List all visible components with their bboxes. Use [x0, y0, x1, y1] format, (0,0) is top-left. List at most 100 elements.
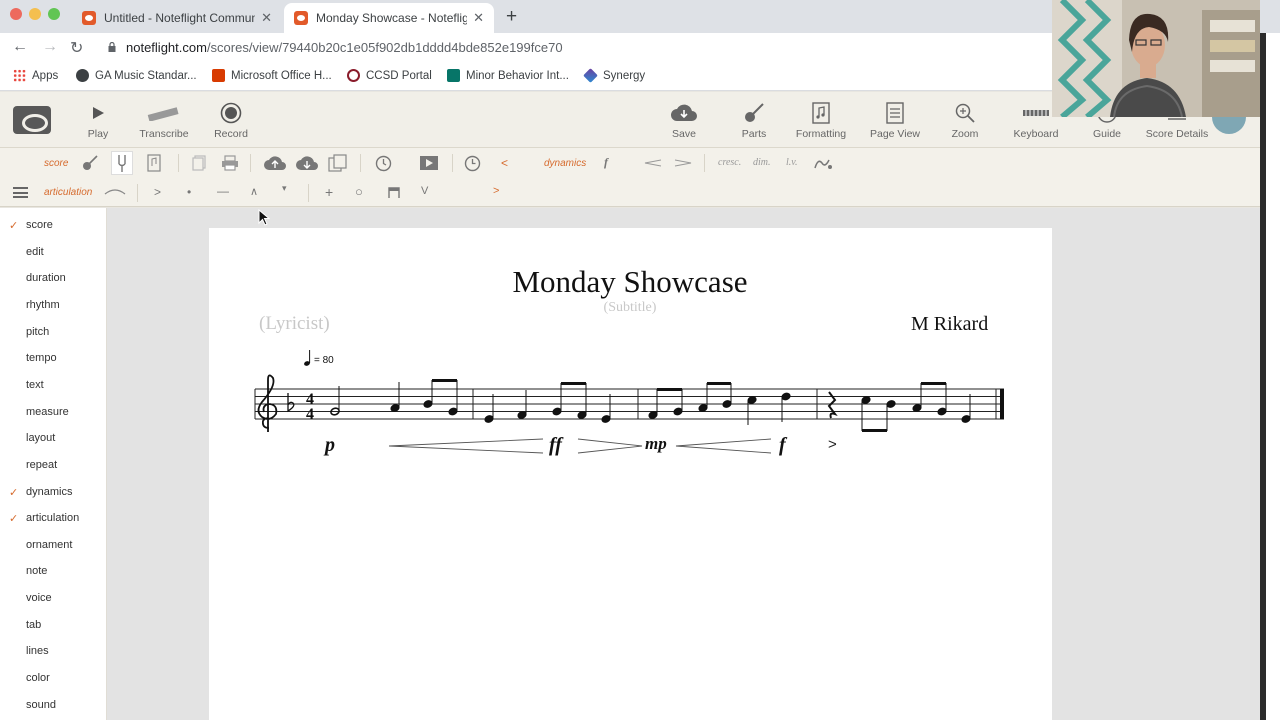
cloud-download-icon[interactable] — [295, 154, 319, 172]
score-title[interactable]: Monday Showcase — [0, 264, 1260, 300]
sidebar-item-sound[interactable]: sound — [26, 699, 56, 711]
pedal-icon[interactable] — [813, 156, 833, 170]
cresc-text-button[interactable]: cresc. — [718, 157, 741, 168]
dynamic-forte[interactable]: f — [779, 434, 786, 457]
print-icon[interactable] — [221, 155, 239, 171]
bookmark-label: Synergy — [603, 69, 646, 82]
sidebar-item-score[interactable]: score — [26, 219, 53, 231]
reload-icon[interactable]: ↻ — [70, 38, 83, 58]
palette-separator — [452, 154, 453, 172]
cloud-save-icon — [671, 104, 697, 121]
sidebar-item-lines[interactable]: lines — [26, 645, 49, 657]
record-icon — [220, 102, 242, 124]
decrescendo-hairpin[interactable] — [577, 438, 643, 454]
accent-marking[interactable]: > — [828, 436, 837, 453]
forward-arrow-icon[interactable]: → — [42, 38, 58, 56]
score-doc-icon[interactable] — [147, 154, 161, 172]
sidebar-item-edit[interactable]: edit — [26, 246, 44, 258]
guitar-small-icon[interactable] — [82, 155, 98, 171]
decrescendo-hairpin-icon[interactable] — [674, 159, 692, 167]
close-window-button[interactable] — [10, 8, 22, 20]
url-field[interactable]: noteflight.com/scores/view/79440b20c1e05… — [126, 40, 563, 55]
measure-2[interactable] — [484, 382, 611, 423]
new-tab-button[interactable]: + — [506, 6, 517, 28]
tab-close-icon[interactable]: ✕ — [261, 10, 272, 26]
sidebar-item-layout[interactable]: layout — [26, 432, 55, 444]
ccsd-icon — [347, 69, 360, 82]
harmonic-button[interactable]: ○ — [355, 184, 363, 199]
magnifier-icon — [955, 103, 975, 123]
plus-stopped-button[interactable]: + — [325, 184, 333, 200]
score-composer[interactable]: M Rikard — [911, 313, 988, 336]
sidebar-item-measure[interactable]: measure — [26, 406, 69, 418]
down-bow-icon[interactable] — [388, 187, 400, 199]
staccato-button[interactable]: • — [187, 185, 191, 199]
up-bow-button[interactable]: V — [421, 185, 428, 197]
transcribe-button[interactable]: Transcribe — [126, 98, 202, 140]
score-subtitle[interactable]: (Subtitle) — [0, 300, 1260, 316]
sidebar-item-dynamics[interactable]: dynamics — [26, 486, 72, 498]
noteflight-logo-icon[interactable] — [13, 106, 51, 134]
sidebar-item-color[interactable]: color — [26, 672, 50, 684]
sidebar-item-text[interactable]: text — [26, 379, 44, 391]
sidebar-item-articulation[interactable]: articulation — [26, 512, 79, 524]
lv-text-button[interactable]: l.v. — [786, 157, 797, 168]
sidebar-item-pitch[interactable]: pitch — [26, 326, 49, 338]
dynamic-mezzo-piano[interactable]: mp — [645, 434, 667, 454]
dynamic-piano[interactable]: p — [325, 434, 335, 457]
formatting-button[interactable]: Formatting — [783, 98, 859, 140]
video-clip-icon[interactable] — [419, 155, 439, 171]
page-view-button[interactable]: Page View — [857, 98, 933, 140]
music-staff[interactable]: 4 4 — [250, 370, 1010, 470]
record-button[interactable]: Record — [193, 98, 269, 140]
accent-button[interactable]: > — [154, 185, 161, 199]
scroll-left-icon[interactable]: < — [501, 156, 508, 170]
minimize-window-button[interactable] — [29, 8, 41, 20]
browser-tab-untitled[interactable]: Untitled - Noteflight Communi ✕ — [72, 3, 282, 33]
bookmark-microsoft-office[interactable]: Microsoft Office H... — [212, 69, 332, 82]
bookmark-ga-music[interactable]: GA Music Standar... — [76, 69, 197, 82]
cloud-upload-icon[interactable] — [263, 154, 287, 172]
sidebar-item-tab[interactable]: tab — [26, 619, 41, 631]
palette-menu-icon[interactable] — [13, 187, 28, 198]
sidebar-item-note[interactable]: note — [26, 565, 47, 577]
tenuto-button[interactable]: — — [217, 184, 229, 198]
crescendo-hairpin[interactable] — [388, 438, 544, 454]
tempo-marking[interactable]: = 80 — [314, 355, 334, 366]
clock-icon[interactable] — [464, 155, 481, 172]
window-scrollbar[interactable] — [1260, 33, 1280, 720]
staccatissimo-button[interactable]: ▾ — [282, 183, 287, 194]
tuning-fork-button[interactable] — [111, 151, 133, 175]
sidebar-item-voice[interactable]: voice — [26, 592, 52, 604]
mouse-cursor-icon — [258, 209, 270, 226]
sidebar-item-repeat[interactable]: repeat — [26, 459, 57, 471]
save-button[interactable]: Save — [646, 98, 722, 140]
browser-tab-monday-showcase[interactable]: Monday Showcase - Noteflight ✕ — [284, 3, 494, 33]
bookmark-apps[interactable]: Apps — [13, 69, 58, 82]
crescendo-hairpin-icon[interactable] — [644, 159, 662, 167]
export-icon[interactable] — [328, 154, 348, 172]
measure-1[interactable] — [330, 379, 458, 416]
play-button[interactable]: Play — [60, 98, 136, 140]
dim-text-button[interactable]: dim. — [753, 157, 771, 168]
copy-icon[interactable] — [192, 155, 206, 171]
bookmark-synergy[interactable]: Synergy — [583, 68, 646, 83]
dynamic-fortissimo[interactable]: ff — [549, 434, 562, 457]
slur-icon[interactable] — [104, 188, 126, 196]
history-icon[interactable] — [375, 155, 392, 172]
tab-close-icon[interactable]: ✕ — [473, 10, 484, 26]
scroll-right-icon[interactable]: > — [493, 185, 499, 197]
parts-button[interactable]: Parts — [716, 98, 792, 140]
score-lyricist[interactable]: (Lyricist) — [259, 313, 330, 335]
back-arrow-icon[interactable]: ← — [12, 38, 28, 56]
marcato-button[interactable]: ∧ — [250, 185, 258, 198]
sidebar-item-ornament[interactable]: ornament — [26, 539, 72, 551]
maximize-window-button[interactable] — [48, 8, 60, 20]
palette-dynamics-label: dynamics — [544, 158, 587, 169]
bookmark-minor-behavior[interactable]: Minor Behavior Int... — [447, 69, 569, 82]
forte-symbol[interactable]: f — [604, 155, 608, 170]
sidebar-item-tempo[interactable]: tempo — [26, 352, 57, 364]
crescendo-hairpin-2[interactable] — [675, 438, 772, 454]
bookmark-ccsd-portal[interactable]: CCSD Portal — [347, 69, 432, 82]
zoom-button[interactable]: Zoom — [927, 98, 1003, 140]
